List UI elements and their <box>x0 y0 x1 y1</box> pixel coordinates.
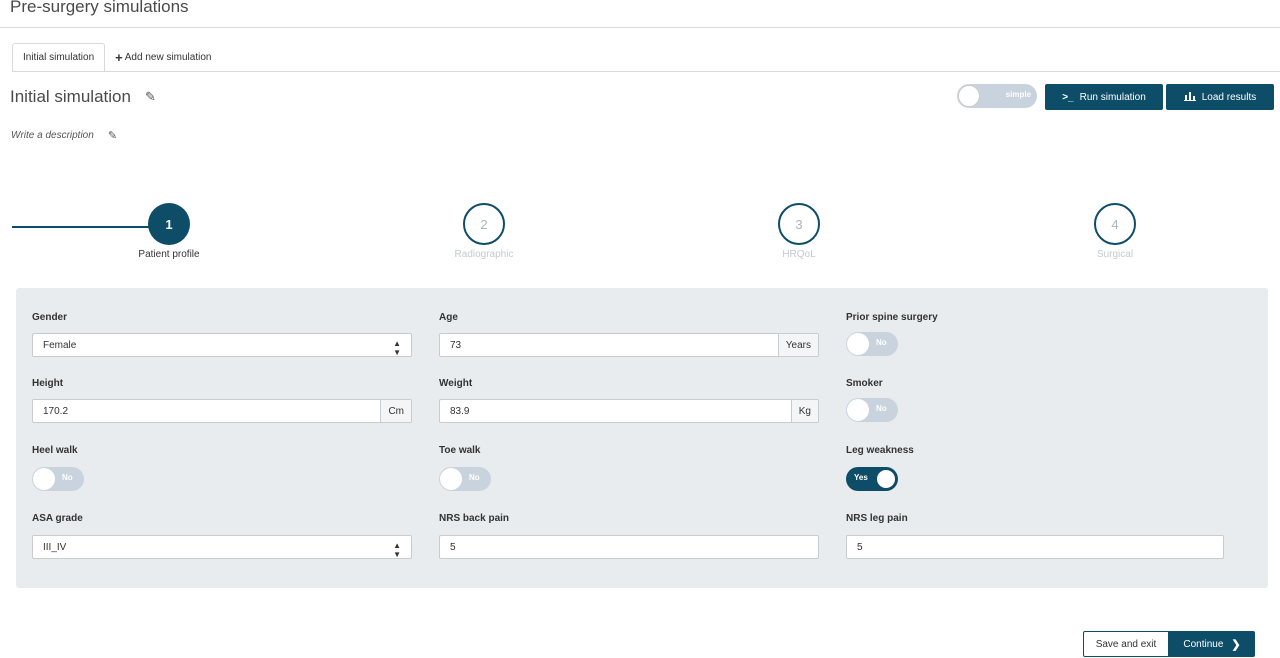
gender-label: Gender <box>32 312 68 323</box>
toggle-state: No <box>876 404 887 413</box>
chevron-right-icon: ❯ <box>1231 638 1241 651</box>
step-number: 3 <box>778 203 820 245</box>
weight-input[interactable]: 83.9 Kg <box>439 399 819 423</box>
height-input[interactable]: 170.2 Cm <box>32 399 412 423</box>
toggle-state: Yes <box>854 473 868 482</box>
weight-label: Weight <box>439 378 473 389</box>
tabs-divider <box>12 71 1280 72</box>
bar-chart-icon <box>1183 91 1196 104</box>
age-value: 73 <box>450 339 462 351</box>
toggle-knob <box>875 468 897 490</box>
toggle-label: simple <box>1005 90 1031 99</box>
nrs-back-pain-label: NRS back pain <box>439 513 510 524</box>
load-results-button[interactable]: Load results <box>1166 84 1274 110</box>
title-divider <box>0 27 1280 28</box>
heel-walk-toggle[interactable]: No <box>32 467 84 491</box>
save-and-exit-label: Save and exit <box>1095 638 1157 650</box>
run-simulation-button[interactable]: >_ Run simulation <box>1045 84 1163 110</box>
select-caret-icon: ▲ ▼ <box>393 541 401 559</box>
toe-walk-label: Toe walk <box>439 445 481 456</box>
select-caret-icon: ▲ ▼ <box>393 339 401 357</box>
step-number: 4 <box>1094 203 1136 245</box>
nrs-leg-pain-label: NRS leg pain <box>846 513 908 524</box>
step-number: 1 <box>148 203 190 245</box>
gender-value: Female <box>43 339 77 351</box>
asa-grade-label: ASA grade <box>32 513 83 524</box>
step-label: Patient profile <box>138 249 200 260</box>
edit-description-pencil-icon[interactable]: ✎ <box>108 129 117 142</box>
prior-spine-surgery-toggle[interactable]: No <box>846 332 898 356</box>
terminal-icon: >_ <box>1062 91 1074 103</box>
simulation-description: Write a description ✎ <box>11 129 117 142</box>
tab-add-new-simulation[interactable]: + Add new simulation <box>105 43 221 72</box>
simple-mode-toggle[interactable]: simple <box>957 84 1037 108</box>
step-radiographic[interactable]: 2 Radiographic <box>424 203 544 260</box>
age-unit: Years <box>777 334 818 356</box>
gender-select[interactable]: Female ▲ ▼ <box>32 333 412 357</box>
load-results-label: Load results <box>1201 91 1257 103</box>
age-label: Age <box>439 312 458 323</box>
toggle-knob <box>847 399 869 421</box>
smoker-toggle[interactable]: No <box>846 398 898 422</box>
toggle-state: No <box>469 473 480 482</box>
toggle-state: No <box>62 473 73 482</box>
step-number: 2 <box>463 203 505 245</box>
run-simulation-label: Run simulation <box>1079 91 1146 103</box>
save-and-exit-button[interactable]: Save and exit <box>1083 631 1169 657</box>
step-patient-profile[interactable]: 1 Patient profile <box>109 203 229 260</box>
tab-label: Add new simulation <box>124 52 212 63</box>
patient-profile-form: Gender Female ▲ ▼ Age 73 Years Prior spin… <box>16 288 1268 588</box>
toggle-knob <box>33 468 55 490</box>
leg-weakness-label: Leg weakness <box>846 445 914 456</box>
nrs-leg-pain-value: 5 <box>857 541 863 553</box>
prior-spine-surgery-label: Prior spine surgery <box>846 312 938 323</box>
age-input[interactable]: 73 Years <box>439 333 819 357</box>
toggle-knob <box>958 85 980 107</box>
step-label: Surgical <box>1096 249 1134 260</box>
smoker-label: Smoker <box>846 378 883 389</box>
edit-title-pencil-icon[interactable]: ✎ <box>145 89 156 105</box>
toggle-knob <box>440 468 462 490</box>
description-placeholder: Write a description <box>11 130 94 141</box>
height-label: Height <box>32 378 64 389</box>
simulation-title-text: Initial simulation <box>10 87 131 106</box>
heel-walk-label: Heel walk <box>32 445 78 456</box>
asa-grade-select[interactable]: III_IV ▲ ▼ <box>32 535 412 559</box>
continue-label: Continue <box>1183 638 1224 650</box>
leg-weakness-toggle[interactable]: Yes <box>846 467 898 491</box>
nrs-back-pain-input[interactable]: 5 <box>439 535 819 559</box>
asa-grade-value: III_IV <box>43 541 67 553</box>
nrs-leg-pain-input[interactable]: 5 <box>846 535 1224 559</box>
toggle-state: No <box>876 338 887 347</box>
toggle-knob <box>847 333 869 355</box>
page-title: Pre-surgery simulations <box>10 0 189 16</box>
tab-label: Initial simulation <box>23 52 95 63</box>
tab-initial-simulation[interactable]: Initial simulation <box>12 43 106 72</box>
step-surgical[interactable]: 4 Surgical <box>1055 203 1175 260</box>
simulation-tabs: Initial simulation + Add new simulation <box>12 43 221 72</box>
weight-value: 83.9 <box>450 405 470 417</box>
step-label: Radiographic <box>454 249 514 260</box>
height-value: 170.2 <box>43 405 69 417</box>
simulation-title: Initial simulation ✎ <box>10 87 156 107</box>
weight-unit: Kg <box>790 400 818 422</box>
nrs-back-pain-value: 5 <box>450 541 456 553</box>
plus-icon: + <box>115 50 123 65</box>
continue-button[interactable]: Continue ❯ <box>1169 631 1255 657</box>
step-label: HRQoL <box>782 249 816 260</box>
height-unit: Cm <box>380 400 411 422</box>
step-hrqol[interactable]: 3 HRQoL <box>739 203 859 260</box>
toe-walk-toggle[interactable]: No <box>439 467 491 491</box>
